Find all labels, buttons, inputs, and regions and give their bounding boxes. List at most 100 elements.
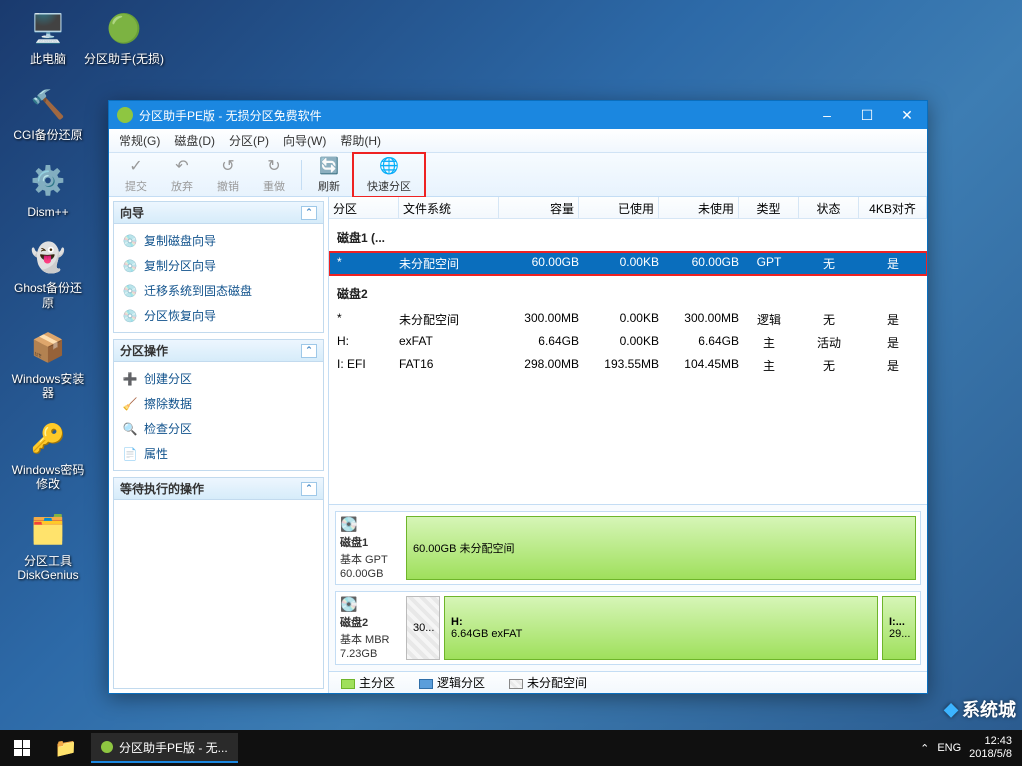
col-partition[interactable]: 分区 bbox=[329, 197, 399, 218]
wizard-panel: 向导⌃ 💿复制磁盘向导 💿复制分区向导 💿迁移系统到固态磁盘 💿分区恢复向导 bbox=[113, 201, 324, 333]
col-used[interactable]: 已使用 bbox=[579, 197, 659, 218]
clock[interactable]: 12:43 2018/5/8 bbox=[969, 735, 1012, 761]
toolbar-separator bbox=[301, 160, 302, 190]
col-type[interactable]: 类型 bbox=[739, 197, 799, 218]
disk-icon: 💿 bbox=[122, 308, 138, 324]
col-filesystem[interactable]: 文件系统 bbox=[399, 197, 499, 218]
menu-disk[interactable]: 磁盘(D) bbox=[168, 130, 221, 151]
desktop-icon-partition-assistant[interactable]: 🟢分区助手(无损) bbox=[84, 8, 164, 66]
pending-ops-title: 等待执行的操作 bbox=[120, 480, 204, 497]
disk2-header[interactable]: 磁盘2 bbox=[329, 275, 927, 308]
app-icon bbox=[117, 107, 133, 123]
toolbar-discard[interactable]: ↶放弃 bbox=[159, 155, 205, 195]
partition-ops-title: 分区操作 bbox=[120, 342, 168, 359]
close-button[interactable]: ✕ bbox=[887, 101, 927, 129]
windows-icon bbox=[14, 740, 30, 756]
toolbar-refresh[interactable]: 🔄刷新 bbox=[306, 155, 352, 195]
collapse-icon[interactable]: ⌃ bbox=[301, 482, 317, 496]
wizard-partition-recovery[interactable]: 💿分区恢复向导 bbox=[116, 303, 321, 328]
partition-ops-panel: 分区操作 ⌃ ➕创建分区 🧹擦除数据 🔍检查分区 📄属性 bbox=[113, 339, 324, 471]
title-bar[interactable]: 分区助手PE版 - 无损分区免费软件 – ☐ ✕ bbox=[109, 101, 927, 129]
desktop-icon-cgi[interactable]: 🔨CGI备份还原 bbox=[8, 84, 88, 142]
legend-primary: 主分区 bbox=[341, 674, 395, 691]
taskbar: 📁 分区助手PE版 - 无... ⌃ ENG 12:43 2018/5/8 bbox=[0, 730, 1022, 766]
lang-indicator[interactable]: ENG bbox=[937, 742, 961, 754]
desktop-icon-win-pwd[interactable]: 🔑Windows密码修改 bbox=[8, 419, 88, 492]
col-status[interactable]: 状态 bbox=[799, 197, 859, 218]
legend-bar: 主分区 逻辑分区 未分配空间 bbox=[329, 671, 927, 693]
partition-block[interactable]: 30... bbox=[406, 596, 440, 660]
table-row[interactable]: *未分配空间300.00MB0.00KB300.00MB逻辑无是 bbox=[329, 308, 927, 331]
op-check-partition[interactable]: 🔍检查分区 bbox=[116, 416, 321, 441]
collapse-icon[interactable]: ⌃ bbox=[301, 206, 317, 220]
table-row[interactable]: *未分配空间60.00GB0.00KB60.00GBGPT无是 bbox=[329, 252, 927, 275]
taskbar-task-app[interactable]: 分区助手PE版 - 无... bbox=[91, 733, 238, 763]
wizard-copy-partition[interactable]: 💿复制分区向导 bbox=[116, 253, 321, 278]
partition-block[interactable]: 60.00GB 未分配空间 bbox=[406, 516, 916, 580]
app-window: 分区助手PE版 - 无损分区免费软件 – ☐ ✕ 常规(G) 磁盘(D) 分区(… bbox=[108, 100, 928, 694]
col-4k[interactable]: 4KB对齐 bbox=[859, 197, 927, 218]
tray-up-icon[interactable]: ⌃ bbox=[920, 742, 929, 755]
legend-unallocated: 未分配空间 bbox=[509, 674, 587, 691]
discard-icon: ↶ bbox=[175, 156, 188, 176]
left-sidebar: 向导⌃ 💿复制磁盘向导 💿复制分区向导 💿迁移系统到固态磁盘 💿分区恢复向导 分… bbox=[109, 197, 329, 693]
taskbar-pin-explorer[interactable]: 📁 bbox=[44, 730, 88, 766]
watermark-logo: ◆ 系统城 bbox=[944, 696, 1016, 722]
disk-icon: 💿 bbox=[122, 258, 138, 274]
window-title: 分区助手PE版 - 无损分区免费软件 bbox=[139, 107, 322, 124]
desktop-icons: 🖥️此电脑 🟢分区助手(无损) 🔨CGI备份还原 ⚙️Dism++ 👻Ghost… bbox=[8, 8, 88, 582]
toolbar-quick-partition[interactable]: 🌐快速分区 bbox=[355, 155, 423, 195]
refresh-icon: 🔄 bbox=[319, 156, 339, 176]
op-wipe-data[interactable]: 🧹擦除数据 bbox=[116, 391, 321, 416]
app-icon bbox=[101, 741, 113, 753]
menu-bar: 常规(G) 磁盘(D) 分区(P) 向导(W) 帮助(H) bbox=[109, 129, 927, 153]
maximize-button[interactable]: ☐ bbox=[847, 101, 887, 129]
globe-icon: 🌐 bbox=[379, 156, 399, 176]
table-row[interactable]: H:exFAT6.64GB0.00KB6.64GB主活动是 bbox=[329, 331, 927, 354]
disk-icon: 💿 bbox=[122, 233, 138, 249]
partition-table: 磁盘1 (... *未分配空间60.00GB0.00KB60.00GBGPT无是… bbox=[329, 219, 927, 504]
wizard-copy-disk[interactable]: 💿复制磁盘向导 bbox=[116, 228, 321, 253]
disk-map-2[interactable]: 💽 磁盘2 基本 MBR 7.23GB 30... H:6.64GB exFAT… bbox=[335, 591, 921, 665]
minimize-button[interactable]: – bbox=[807, 101, 847, 129]
undo-icon: ↺ bbox=[221, 156, 234, 176]
main-panel: 分区 文件系统 容量 已使用 未使用 类型 状态 4KB对齐 磁盘1 (... … bbox=[329, 197, 927, 693]
disk-icon: 💿 bbox=[122, 283, 138, 299]
desktop-icon-this-pc[interactable]: 🖥️此电脑 bbox=[8, 8, 88, 66]
page-icon: 📄 bbox=[122, 446, 138, 462]
menu-help[interactable]: 帮助(H) bbox=[334, 130, 387, 151]
op-create-partition[interactable]: ➕创建分区 bbox=[116, 366, 321, 391]
start-button[interactable] bbox=[0, 730, 44, 766]
disk-map-1[interactable]: 💽 磁盘1 基本 GPT 60.00GB 60.00GB 未分配空间 bbox=[335, 511, 921, 585]
table-header: 分区 文件系统 容量 已使用 未使用 类型 状态 4KB对齐 bbox=[329, 197, 927, 219]
diamond-icon: ◆ bbox=[944, 699, 958, 720]
table-row[interactable]: I: EFIFAT16298.00MB193.55MB104.45MB主无是 bbox=[329, 354, 927, 377]
partition-block[interactable]: H:6.64GB exFAT bbox=[444, 596, 878, 660]
menu-wizard[interactable]: 向导(W) bbox=[277, 130, 332, 151]
desktop-icon-diskgenius[interactable]: 🗂️分区工具DiskGenius bbox=[8, 510, 88, 583]
toolbar-undo[interactable]: ↺撤销 bbox=[205, 155, 251, 195]
wipe-icon: 🧹 bbox=[122, 396, 138, 412]
collapse-icon[interactable]: ⌃ bbox=[301, 344, 317, 358]
tool-bar: ✓提交 ↶放弃 ↺撤销 ↻重做 🔄刷新 🌐快速分区 bbox=[109, 153, 927, 197]
check-icon: ✓ bbox=[129, 156, 142, 176]
system-tray: ⌃ ENG 12:43 2018/5/8 bbox=[910, 735, 1022, 761]
menu-partition[interactable]: 分区(P) bbox=[223, 130, 275, 151]
menu-general[interactable]: 常规(G) bbox=[113, 130, 166, 151]
legend-logical: 逻辑分区 bbox=[419, 674, 485, 691]
desktop-icon-ghost[interactable]: 👻Ghost备份还原 bbox=[8, 237, 88, 310]
disk-map-area: 💽 磁盘1 基本 GPT 60.00GB 60.00GB 未分配空间 💽 磁盘2… bbox=[329, 504, 927, 671]
search-icon: 🔍 bbox=[122, 421, 138, 437]
disk-icon: 💽 bbox=[340, 596, 357, 613]
desktop-icon-win-install[interactable]: 📦Windows安装器 bbox=[8, 328, 88, 401]
disk1-header[interactable]: 磁盘1 (... bbox=[329, 219, 927, 252]
col-capacity[interactable]: 容量 bbox=[499, 197, 579, 218]
toolbar-redo[interactable]: ↻重做 bbox=[251, 155, 297, 195]
plus-icon: ➕ bbox=[122, 371, 138, 387]
op-properties[interactable]: 📄属性 bbox=[116, 441, 321, 466]
partition-block[interactable]: I:...29... bbox=[882, 596, 916, 660]
toolbar-apply[interactable]: ✓提交 bbox=[113, 155, 159, 195]
col-free[interactable]: 未使用 bbox=[659, 197, 739, 218]
wizard-migrate-ssd[interactable]: 💿迁移系统到固态磁盘 bbox=[116, 278, 321, 303]
desktop-icon-dism[interactable]: ⚙️Dism++ bbox=[8, 161, 88, 219]
